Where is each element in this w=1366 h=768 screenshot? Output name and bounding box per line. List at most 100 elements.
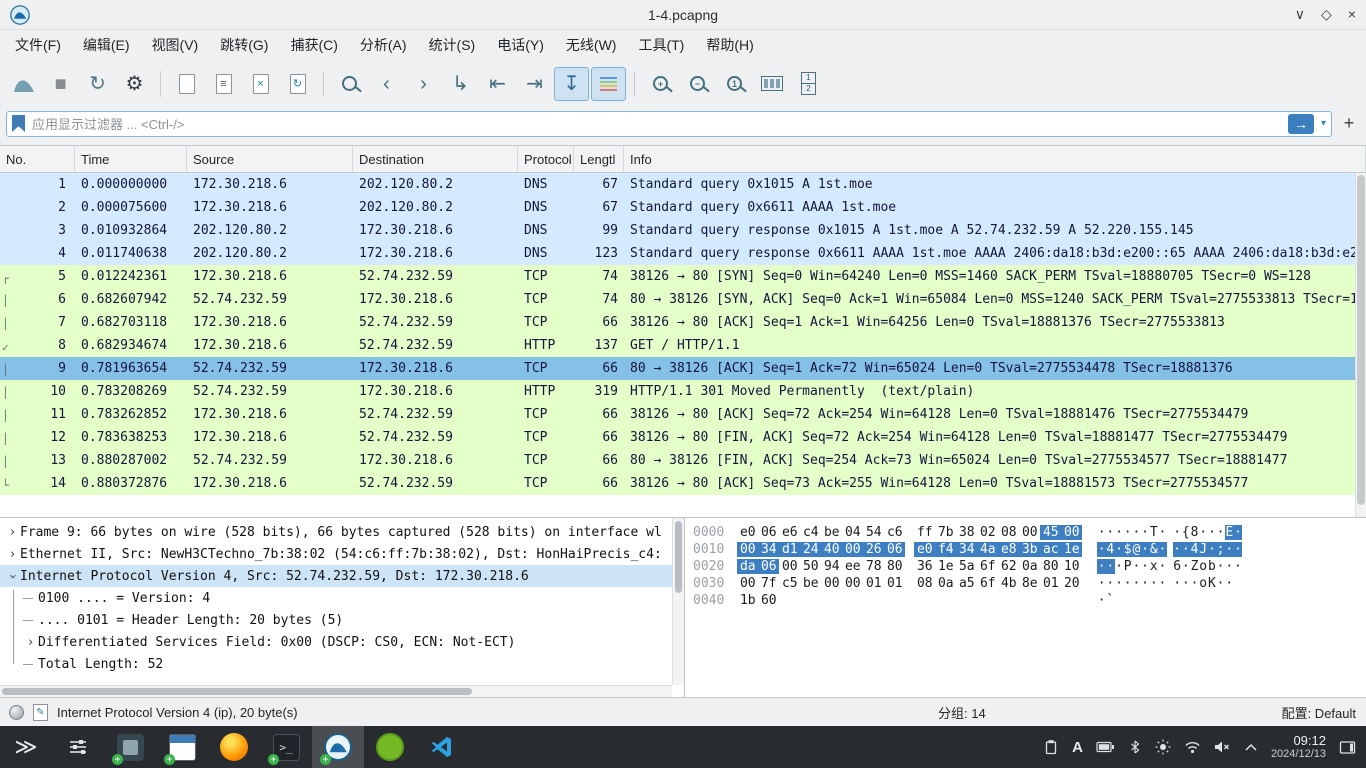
menu-file[interactable]: 文件(F): [4, 30, 72, 60]
packet-row-13[interactable]: 13│0.88028700252.74.232.59172.30.218.6TC…: [0, 449, 1366, 472]
hex-byte[interactable]: 5a: [956, 559, 977, 574]
hex-byte[interactable]: 34: [956, 542, 977, 557]
clipboard-icon[interactable]: [1043, 739, 1059, 755]
panel-settings-icon[interactable]: [1339, 740, 1356, 755]
hex-byte[interactable]: 60: [758, 593, 779, 608]
detail-ip-header-length[interactable]: .... 0101 = Header Length: 20 bytes (5): [0, 609, 684, 631]
hex-byte[interactable]: 62: [998, 559, 1019, 574]
clock[interactable]: 09:12 2024/12/13: [1271, 733, 1326, 762]
hex-byte[interactable]: e6: [779, 525, 800, 540]
packet-row-14[interactable]: 14└0.880372876172.30.218.652.74.232.59TC…: [0, 472, 1366, 495]
ascii-char[interactable]: ·: [1225, 559, 1234, 574]
apply-filter-button[interactable]: →: [1288, 114, 1314, 134]
hex-byte[interactable]: 54: [863, 525, 884, 540]
packet-row-5[interactable]: 5┌0.012242361172.30.218.652.74.232.59TCP…: [0, 265, 1366, 288]
ascii-char[interactable]: ·: [1216, 576, 1225, 591]
wifi-icon[interactable]: [1184, 740, 1201, 754]
hex-byte[interactable]: 34: [758, 542, 779, 557]
ascii-char[interactable]: ·: [1141, 559, 1150, 574]
ascii-char[interactable]: 4: [1106, 542, 1115, 557]
hex-byte[interactable]: 00: [1061, 525, 1082, 540]
detail-ethernet[interactable]: ›Ethernet II, Src: NewH3CTechno_7b:38:02…: [0, 543, 684, 565]
ascii-char[interactable]: ;: [1216, 542, 1225, 557]
taskbar-terminal[interactable]: >_+: [260, 726, 312, 768]
scrollbar-thumb[interactable]: [675, 521, 682, 593]
ascii-char[interactable]: `: [1106, 593, 1115, 608]
menu-view[interactable]: 视图(V): [141, 30, 210, 60]
taskbar-vscode[interactable]: [416, 726, 468, 768]
ascii-char[interactable]: ·: [1173, 525, 1182, 540]
hex-row-0020[interactable]: 0020da06005094ee7880361e5a6f620a8010···P…: [693, 559, 1366, 576]
hex-byte[interactable]: e0: [914, 542, 935, 557]
ascii-char[interactable]: ·: [1216, 559, 1225, 574]
hex-byte[interactable]: 00: [737, 542, 758, 557]
go-last-packet-button[interactable]: ⇥: [517, 67, 552, 101]
hex-byte[interactable]: 8e: [1019, 576, 1040, 591]
collapse-icon[interactable]: ›: [5, 569, 20, 584]
packet-row-4[interactable]: 40.011740638202.120.80.2172.30.218.6DNS1…: [0, 242, 1366, 265]
detail-ip[interactable]: ›Internet Protocol Version 4, Src: 52.74…: [0, 565, 684, 587]
hex-byte[interactable]: 20: [1061, 576, 1082, 591]
hex-byte[interactable]: f4: [935, 542, 956, 557]
reload-file-button[interactable]: ↻: [280, 67, 315, 101]
ascii-char[interactable]: ·: [1158, 559, 1167, 574]
hex-byte[interactable]: 7f: [758, 576, 779, 591]
hex-byte[interactable]: e8: [998, 542, 1019, 557]
app-launcher-button[interactable]: ≫: [0, 726, 52, 768]
column-header-length[interactable]: Lengtl: [574, 146, 624, 172]
column-header-info[interactable]: Info: [624, 146, 1366, 172]
hex-byte[interactable]: 0a: [1019, 559, 1040, 574]
hex-byte[interactable]: 01: [1040, 576, 1061, 591]
ascii-char[interactable]: ·: [1173, 542, 1182, 557]
hex-byte[interactable]: 3b: [1019, 542, 1040, 557]
hex-byte[interactable]: 6f: [977, 559, 998, 574]
hex-row-0010[interactable]: 00100034d12440002606e0f4344ae83bac1e·4·$…: [693, 542, 1366, 559]
scrollbar-thumb[interactable]: [1357, 175, 1365, 505]
expand-icon[interactable]: ›: [5, 525, 20, 540]
ascii-char[interactable]: J: [1199, 542, 1208, 557]
ascii-char[interactable]: ·: [1097, 559, 1106, 574]
input-method-icon[interactable]: A: [1072, 739, 1083, 756]
ascii-char[interactable]: ·: [1190, 576, 1199, 591]
ascii-char[interactable]: ·: [1158, 525, 1167, 540]
ascii-char[interactable]: ·: [1158, 542, 1167, 557]
filter-bookmark-icon[interactable]: [12, 115, 25, 132]
ascii-char[interactable]: ·: [1132, 576, 1141, 591]
ascii-char[interactable]: o: [1199, 559, 1208, 574]
hex-byte[interactable]: 1e: [935, 559, 956, 574]
profile-label[interactable]: 配置: Default: [1282, 703, 1356, 722]
taskbar-app-1[interactable]: +: [104, 726, 156, 768]
column-header-protocol[interactable]: Protocol: [518, 146, 574, 172]
hex-byte[interactable]: ff: [914, 525, 935, 540]
filter-dropdown-icon[interactable]: ▾: [1321, 118, 1326, 129]
packet-list-scrollbar[interactable]: [1355, 173, 1366, 517]
resize-columns-button[interactable]: [754, 67, 789, 101]
hex-byte[interactable]: 78: [863, 559, 884, 574]
taskbar-opensuse[interactable]: [364, 726, 416, 768]
packet-row-9[interactable]: 9│0.78196365452.74.232.59172.30.218.6TCP…: [0, 357, 1366, 380]
hex-byte[interactable]: 4b: [998, 576, 1019, 591]
ascii-char[interactable]: ·: [1208, 542, 1217, 557]
hex-byte[interactable]: 00: [842, 576, 863, 591]
go-back-button[interactable]: ‹: [369, 67, 404, 101]
expand-tray-icon[interactable]: [1244, 742, 1258, 752]
expand-icon[interactable]: ›: [5, 547, 20, 562]
packet-row-11[interactable]: 11│0.783262852172.30.218.652.74.232.59TC…: [0, 403, 1366, 426]
ascii-char[interactable]: ·: [1141, 576, 1150, 591]
menu-go[interactable]: 跳转(G): [209, 30, 279, 60]
brightness-icon[interactable]: [1155, 739, 1171, 755]
ascii-char[interactable]: ·: [1106, 525, 1115, 540]
packet-row-1[interactable]: 10.000000000172.30.218.6202.120.80.2DNS6…: [0, 173, 1366, 196]
ascii-char[interactable]: E: [1225, 525, 1234, 540]
ascii-char[interactable]: x: [1149, 559, 1158, 574]
zoom-out-button[interactable]: −: [680, 67, 715, 101]
expand-icon[interactable]: ›: [23, 635, 38, 650]
hex-byte[interactable]: 00: [842, 542, 863, 557]
ascii-char[interactable]: ·: [1106, 576, 1115, 591]
ascii-char[interactable]: 6: [1173, 559, 1182, 574]
ascii-char[interactable]: o: [1199, 576, 1208, 591]
add-filter-button[interactable]: +: [1338, 113, 1360, 135]
hex-byte[interactable]: 0a: [935, 576, 956, 591]
menu-wireless[interactable]: 无线(W): [555, 30, 628, 60]
stop-capture-button[interactable]: ■: [43, 67, 78, 101]
